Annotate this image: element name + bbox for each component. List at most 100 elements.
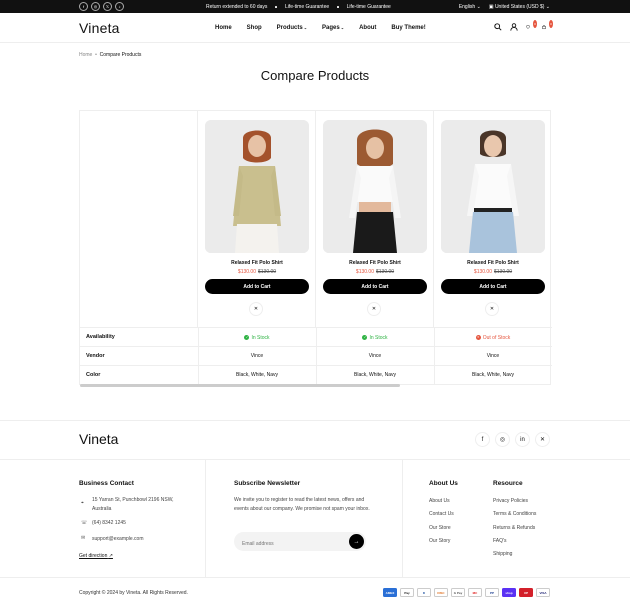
x-icon[interactable]: 𝕏 [103,2,112,11]
instagram-icon[interactable]: ◎ [495,432,510,447]
facebook-icon[interactable]: f [475,432,490,447]
color-cell: Black, White, Navy [354,372,396,378]
phone-icon: ☏ [81,520,88,526]
horizontal-scrollbar[interactable] [80,384,400,387]
color-cell: Black, White, Navy [472,372,514,378]
separator-dot [275,6,277,8]
stock-label: In Stock [369,334,388,341]
direction-label: Get direction [79,553,108,559]
nav-home[interactable]: Home [215,25,232,31]
nav-shop[interactable]: Shop [247,25,262,31]
email-input[interactable] [234,534,344,547]
check-icon: ✓ [362,335,368,340]
footer-logo[interactable]: Vineta [79,431,118,447]
phone-text[interactable]: (64) 8342 1245 [92,519,126,528]
chevron-down-icon: ⌄ [303,25,308,30]
footer-link[interactable]: Returns & Refunds [493,524,535,533]
linkedin-icon[interactable]: in [515,432,530,447]
facebook-icon[interactable]: f [79,2,88,11]
google-pay-icon: G Pay [451,588,465,597]
site-header: Vineta Home Shop Products⌄ Pages⌄ About … [0,13,630,43]
remove-product-button[interactable]: ✕ [485,302,499,316]
product-name[interactable]: Relaxed Fit Polo Shirt [434,260,552,266]
wishlist-count: 0 [533,20,537,28]
product-image[interactable] [205,120,309,253]
diners-icon: D [417,588,431,597]
sale-price: $130.00 [355,269,374,275]
topbar-messages: Return extended to 60 days Life-time Gua… [206,4,391,10]
footer-link[interactable]: Shipping [493,550,512,559]
column-divider [205,459,206,577]
tiktok-icon[interactable]: ♪ [115,2,124,11]
x-icon[interactable]: ✕ [535,432,550,447]
nav-pages[interactable]: Pages⌄ [322,25,344,31]
currency-select[interactable]: ▣ United States (USD $) ⌄ [489,4,550,10]
product-image[interactable] [441,120,545,253]
copyright: Copyright © 2024 by Vineta. All Rights R… [79,590,188,596]
close-icon: ✕ [253,306,259,312]
footer-link[interactable]: FAQ's [493,537,506,546]
logo[interactable]: Vineta [79,20,120,36]
product-column: Relaxed Fit Polo Shirt $130.00 $130.00 Ad… [434,111,552,328]
wishlist-icon[interactable]: 0 [526,20,537,31]
flag-icon: ▣ [488,4,494,10]
close-icon: ✕ [489,306,495,312]
add-to-cart-button[interactable]: Add to Cart [441,279,545,294]
add-to-cart-button[interactable]: Add to Cart [323,279,427,294]
newsletter-text: We invite you to register to read the la… [234,497,370,512]
main-nav: Home Shop Products⌄ Pages⌄ About Buy The… [215,25,426,31]
nav-buy-theme[interactable]: Buy Theme! [391,25,425,31]
chevron-down-icon: ⌄ [340,25,345,30]
footer-link[interactable]: Terms & Conditions [493,510,536,519]
row-label: Vendor [86,353,105,359]
topbar-message: Return extended to 60 days [206,4,268,10]
cross-icon: ✕ [475,335,481,340]
footer-link[interactable]: About Us [429,497,450,506]
newsletter-heading: Subscribe Newsletter [234,480,301,487]
availability-cell: ✓ In Stock [198,334,316,341]
sale-price: $130.00 [237,269,256,275]
cart-icon[interactable]: 0 [542,20,553,31]
unionpay-icon: UP [519,588,533,597]
product-column: Relaxed Fit Polo Shirt $130.00 $130.00 Ad… [198,111,316,328]
vendor-cell: Vince [486,353,500,359]
product-name[interactable]: Relaxed Fit Polo Shirt [198,260,316,266]
announcement-bar: f ◎ 𝕏 ♪ Return extended to 60 days Life-… [0,0,630,13]
add-to-cart-button[interactable]: Add to Cart [205,279,309,294]
topbar-social: f ◎ 𝕏 ♪ [79,2,124,11]
currency-label: United States (USD $) [494,4,545,10]
search-icon[interactable] [494,23,502,31]
business-contact-heading: Business Contact [79,480,134,487]
breadcrumb-separator: • [93,52,99,58]
email-text[interactable]: support@example.com [92,535,144,544]
vendor-cell: Vince [250,353,264,359]
topbar-message: Life-time Guarantee [284,4,330,10]
remove-product-button[interactable]: ✕ [367,302,381,316]
remove-product-button[interactable]: ✕ [249,302,263,316]
breadcrumb-home[interactable]: Home [79,52,92,58]
footer-link[interactable]: Contact Us [429,510,454,519]
get-direction-link[interactable]: Get direction ↗ [79,552,113,561]
product-price: $130.00 $130.00 [198,269,316,275]
subscribe-button[interactable]: → [349,534,364,549]
about-heading: About Us [429,480,458,487]
nav-about[interactable]: About [359,25,376,31]
breadcrumb: Home • Compare Products [79,52,141,58]
product-name[interactable]: Relaxed Fit Polo Shirt [316,260,434,266]
paypal-icon: PP [485,588,499,597]
vendor-row: Vendor Vince Vince Vince [80,346,552,366]
payment-methods: AMEX Pay D DISC G Pay MC PP shop UP VISA [383,588,550,597]
compare-table: Relaxed Fit Polo Shirt $130.00 $130.00 Ad… [79,110,552,387]
footer-link[interactable]: Our Story [429,537,450,546]
footer-link[interactable]: Privacy Policies [493,497,528,506]
product-column: Relaxed Fit Polo Shirt $130.00 $130.00 Ad… [316,111,434,328]
product-image[interactable] [323,120,427,253]
footer-link[interactable]: Our Store [429,524,451,533]
row-label: Color [86,372,101,378]
amex-icon: AMEX [383,588,397,597]
old-price: $130.00 [376,269,395,275]
user-icon[interactable] [510,23,518,31]
nav-products[interactable]: Products⌄ [277,25,307,31]
language-select[interactable]: English ⌄ [459,4,481,10]
instagram-icon[interactable]: ◎ [91,2,100,11]
